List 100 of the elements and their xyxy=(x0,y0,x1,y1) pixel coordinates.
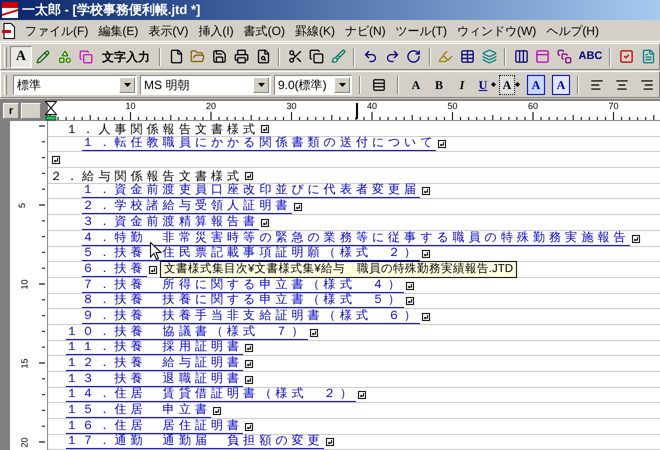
mouse-pointer-icon xyxy=(150,242,162,261)
menu-item[interactable]: 書式(O) xyxy=(238,22,290,40)
document-link[interactable]: ２．学校諸給与受領人証明書 xyxy=(82,199,292,214)
document-link[interactable]: １０．扶養 協議書（様式 ７） xyxy=(66,324,308,340)
menu-item[interactable]: 表示(V) xyxy=(143,22,194,40)
paragraph-mark-icon xyxy=(310,328,318,337)
dropdown-button[interactable] xyxy=(119,76,135,92)
paragraph-mark-icon xyxy=(406,282,414,290)
text-mode-button[interactable]: A xyxy=(10,46,32,68)
document-link[interactable]: １７．通勤 通勤届 負担額の変更 xyxy=(66,434,324,450)
document-link[interactable]: １６．住居 居住証明書 xyxy=(66,418,244,434)
ruler-corner[interactable]: r xyxy=(3,103,19,119)
document-link[interactable]: ４．特勤 非常災害時等の緊急の業務等に従事する職員の特殊勤務実施報告 xyxy=(82,230,630,246)
document-link[interactable]: １．資金前渡吏員口座改印並びに代表者変更届 xyxy=(82,183,420,198)
diamond-icon xyxy=(515,82,520,87)
open-icon xyxy=(190,49,206,64)
document-link[interactable]: ６．扶養 xyxy=(82,262,147,277)
input-mode-label[interactable]: 文字入力 xyxy=(97,48,156,66)
character-style-button[interactable]: A xyxy=(499,74,515,94)
ruler-number: 5 xyxy=(18,203,27,208)
paragraph-mark-icon xyxy=(438,140,446,148)
paragraph-mark-icon xyxy=(632,234,640,242)
combo-box[interactable]: 標準 xyxy=(13,74,137,94)
paragraph-mark-icon xyxy=(358,391,366,400)
paragraph-mark-icon xyxy=(422,312,430,321)
combo-box[interactable]: MS 明朝 xyxy=(140,74,271,94)
document-link[interactable]: ３．資金前渡精算報告書 xyxy=(82,214,260,230)
paragraph-mark-icon xyxy=(422,187,430,196)
document-icon xyxy=(640,49,656,64)
check-icon xyxy=(618,49,634,64)
redo-icon xyxy=(384,49,400,64)
dropdown-button[interactable] xyxy=(334,76,350,92)
combo-box[interactable]: 9.0(標準) xyxy=(274,74,352,94)
window-title: 一太郎 - [学校事務便利帳.jtd *] xyxy=(22,1,200,20)
italic-button[interactable]: I xyxy=(452,74,472,94)
copy-icon xyxy=(309,49,324,64)
boxed-text-button[interactable]: A xyxy=(527,74,545,94)
ruler-number: 70 xyxy=(608,102,618,111)
menu-item[interactable]: ヘルプ(H) xyxy=(541,22,604,40)
brush-icon xyxy=(331,49,346,64)
ruler-number: 40 xyxy=(367,102,377,111)
diamond-icon xyxy=(491,82,496,87)
document-link[interactable]: １１．扶養 採用証明書 xyxy=(66,340,244,356)
underline-button[interactable]: U xyxy=(475,74,491,94)
ruler-number: 60 xyxy=(528,102,538,111)
pencil-icon xyxy=(36,50,50,64)
menu-item[interactable]: 罫線(K) xyxy=(290,22,340,40)
table-icon xyxy=(460,49,475,64)
document-link[interactable]: １３ 扶養 退職証明書 xyxy=(66,372,244,387)
spell-check-button[interactable]: ABC xyxy=(576,48,606,65)
caret-icon xyxy=(258,82,264,86)
document-link[interactable]: ８．扶養 扶養に関する申立書（様式 ５） xyxy=(82,293,404,308)
menu-item[interactable]: 挿入(I) xyxy=(193,22,239,40)
bold-button[interactable]: B xyxy=(429,74,449,94)
clear-format-button[interactable]: A xyxy=(406,74,426,94)
heading-text: ２．給与関係報告文書様式 xyxy=(50,170,244,183)
cut-icon xyxy=(288,49,303,64)
menu-item[interactable]: ナビ(N) xyxy=(340,22,391,40)
paragraph-mark-icon xyxy=(261,124,270,133)
paragraph-mark-icon xyxy=(52,156,60,164)
align-left-icon xyxy=(590,78,604,92)
paragraph-mark-icon xyxy=(294,203,302,212)
align-right-icon xyxy=(640,78,654,92)
ruler-number: 10 xyxy=(20,280,30,290)
ruler-number: 20 xyxy=(20,438,30,448)
ruler-toggle[interactable] xyxy=(21,103,41,119)
document-link[interactable]: １４．住居 賃貸借証明書（様式 ２） xyxy=(66,387,356,402)
menu-item[interactable]: ファイル(F) xyxy=(20,22,94,40)
ruler-number: 20 xyxy=(206,102,216,111)
highlighter-icon xyxy=(438,49,454,64)
caret-icon xyxy=(124,82,130,86)
ruler-number: 15 xyxy=(20,358,30,368)
shapes-icon xyxy=(58,50,72,64)
document-link[interactable]: ９．扶養 扶養手当非支給証明書（様式 ６） xyxy=(82,308,420,324)
heading-text: １．人事関係報告文書様式 xyxy=(66,122,260,136)
paragraph-mark-icon xyxy=(213,407,222,416)
paragraph-mark-icon xyxy=(326,438,334,446)
line-spacing-icon xyxy=(372,78,386,92)
shaded-text-button[interactable]: A xyxy=(552,74,570,94)
paragraph-mark-icon xyxy=(245,376,254,384)
tooltip: 文書様式集目次¥文書様式集¥給与 職員の特殊勤務実績報告.JTD xyxy=(160,261,518,278)
paragraph-mark-icon xyxy=(148,266,157,274)
document-link[interactable]: １２．扶養 給与証明書 xyxy=(66,356,244,371)
document-icon[interactable] xyxy=(2,22,16,38)
frame-icon xyxy=(535,49,550,64)
menu-item[interactable]: 編集(E) xyxy=(93,22,144,40)
document-link[interactable]: １．転任教職員にかかる関係書類の送付について xyxy=(82,136,436,152)
pages-icon xyxy=(79,50,94,64)
paragraph-mark-icon xyxy=(245,172,254,180)
menu-item[interactable]: ツール(T) xyxy=(390,22,452,40)
new-file-icon xyxy=(168,49,184,64)
dropdown-button[interactable] xyxy=(253,76,269,92)
paragraph-mark-icon xyxy=(245,360,254,368)
margin-marker xyxy=(356,103,358,119)
menu-item[interactable]: ウィンドウ(W) xyxy=(452,22,542,40)
repeat-icon xyxy=(406,49,422,64)
document-link[interactable]: １５．住居 申立書 xyxy=(66,403,212,418)
layers-icon xyxy=(482,49,497,64)
indent-marker-icon[interactable] xyxy=(45,101,57,121)
print-icon xyxy=(234,49,249,64)
